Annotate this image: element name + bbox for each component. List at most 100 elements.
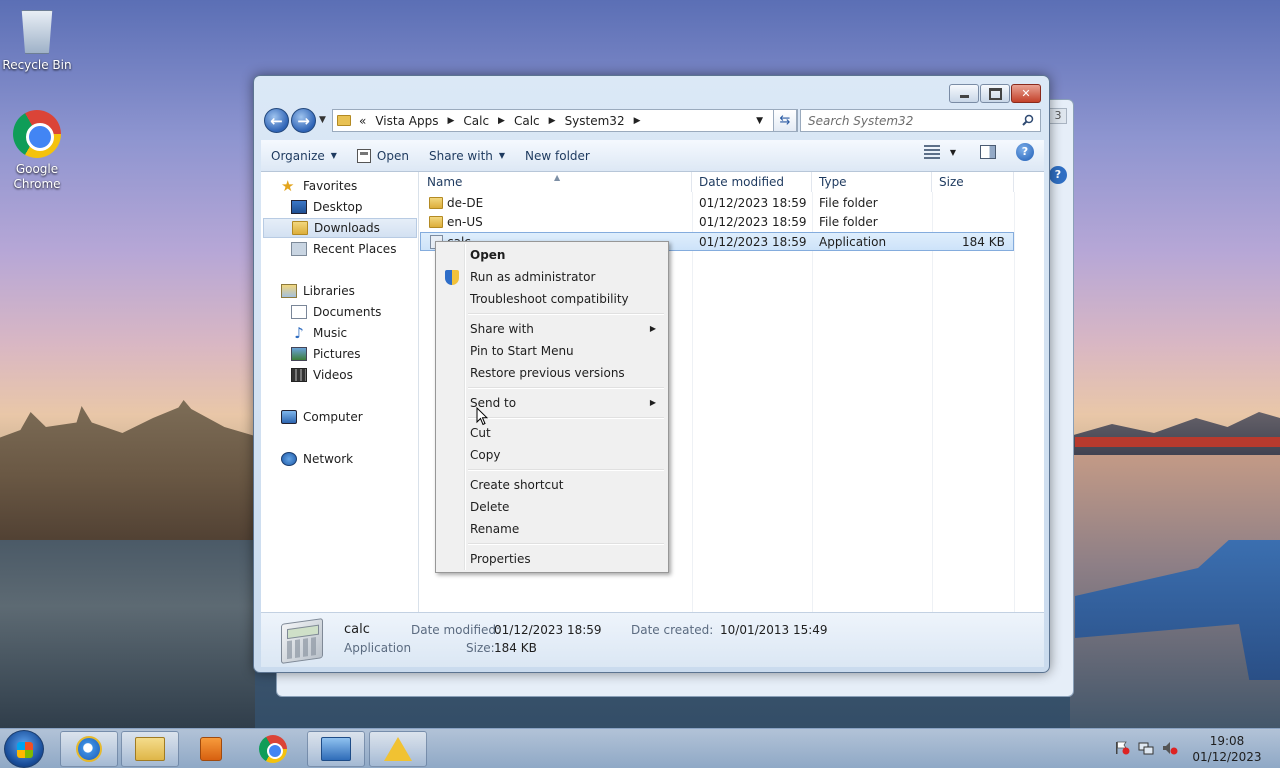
forward-button[interactable]: → [291, 108, 316, 133]
nav-label: Videos [313, 368, 353, 382]
chevron-right-icon[interactable]: ▶ [447, 116, 454, 126]
column-header-date-modified[interactable]: Date modified [692, 172, 812, 192]
calculator-icon [281, 618, 323, 664]
taskbar-media-player[interactable] [182, 731, 240, 767]
breadcrumb-calc[interactable]: Calc [463, 114, 489, 128]
volume-muted-icon[interactable] [1162, 741, 1178, 755]
open-button[interactable]: Open [347, 143, 419, 169]
menu-item-share-with[interactable]: Share with ▶ [438, 318, 666, 340]
folder-icon [135, 737, 165, 761]
new-folder-button[interactable]: New folder [515, 143, 600, 169]
music-icon: ♪ [294, 324, 304, 342]
file-date: 01/12/2023 18:59 [699, 235, 807, 249]
menu-item-run-as-administrator[interactable]: Run as administrator [438, 266, 666, 288]
details-date-created: 10/01/2013 15:49 [720, 623, 828, 637]
close-button[interactable]: ✕ [1011, 84, 1041, 103]
column-header-name[interactable]: ▲ Name [420, 172, 692, 192]
nav-item-network[interactable]: Network [281, 449, 353, 469]
menu-item-cut[interactable]: Cut [438, 422, 666, 444]
taskbar-control-panel[interactable] [307, 731, 365, 767]
clock-date: 01/12/2023 [1192, 750, 1262, 764]
chevron-right-icon[interactable]: ▶ [549, 116, 556, 126]
network-icon [281, 452, 297, 466]
file-name: en-US [447, 215, 483, 229]
details-size: 184 KB [494, 641, 537, 655]
menu-item-delete[interactable]: Delete [438, 496, 666, 518]
search-box[interactable] [800, 109, 1041, 132]
menu-item-troubleshoot-compatibility[interactable]: Troubleshoot compatibility [438, 288, 666, 310]
nav-item-libraries[interactable]: Libraries [281, 281, 355, 301]
maximize-button[interactable] [980, 84, 1010, 103]
organize-button[interactable]: Organize ▼ [261, 143, 347, 169]
change-view-icon[interactable] [923, 145, 940, 159]
chevron-right-icon[interactable]: ▶ [634, 116, 641, 126]
breadcrumb-vista-apps[interactable]: Vista Apps [375, 114, 438, 128]
taskbar-google-chrome[interactable] [244, 731, 302, 767]
action-center-flag-icon[interactable] [1114, 741, 1130, 755]
chevron-down-icon[interactable]: ▼ [950, 148, 956, 157]
address-bar[interactable]: « Vista Apps ▶ Calc ▶ Calc ▶ System32 ▶ … [332, 109, 798, 132]
share-with-button[interactable]: Share with ▼ [419, 143, 515, 169]
menu-item-open[interactable]: Open [438, 244, 666, 266]
preview-pane-icon[interactable] [980, 145, 996, 159]
menu-item-properties[interactable]: Properties [438, 548, 666, 570]
help-icon[interactable]: ? [1049, 166, 1067, 184]
recent-pages-dropdown[interactable]: ▼ [319, 115, 326, 125]
desktop-icon-label: Recycle Bin [2, 58, 72, 72]
start-button[interactable] [4, 730, 44, 768]
taskbar-warning-app[interactable] [369, 731, 427, 767]
menu-item-rename[interactable]: Rename [438, 518, 666, 540]
network-status-icon[interactable] [1138, 741, 1154, 755]
menu-item-copy[interactable]: Copy [438, 444, 666, 466]
videos-icon [291, 368, 307, 382]
nav-item-music[interactable]: ♪ Music [291, 323, 347, 343]
chrome-icon [259, 735, 287, 763]
folder-icon [429, 216, 443, 228]
taskbar: 19:08 01/12/2023 [0, 728, 1280, 768]
search-input[interactable] [808, 113, 1008, 128]
column-header-size[interactable]: Size [932, 172, 1014, 192]
desktop-icon [291, 200, 307, 214]
menu-item-create-shortcut[interactable]: Create shortcut [438, 474, 666, 496]
search-icon[interactable] [1022, 114, 1034, 126]
nav-item-computer[interactable]: Computer [281, 407, 363, 427]
nav-item-pictures[interactable]: Pictures [291, 344, 361, 364]
breadcrumb-system32[interactable]: System32 [565, 114, 625, 128]
details-label: Size: [466, 641, 495, 655]
nav-label: Documents [313, 305, 382, 319]
close-icon[interactable]: 3 [1049, 108, 1067, 124]
command-bar: Organize ▼ Open Share with ▼ New folder … [261, 140, 1044, 172]
menu-item-pin-to-start-menu[interactable]: Pin to Start Menu [438, 340, 666, 362]
back-button[interactable]: ← [264, 108, 289, 133]
sort-ascending-icon: ▲ [554, 173, 561, 182]
menu-item-restore-previous-versions[interactable]: Restore previous versions [438, 362, 666, 384]
refresh-button[interactable]: ⇆ [773, 109, 797, 132]
file-row-de-de[interactable]: de-DE 01/12/2023 18:59 File folder [420, 194, 1014, 213]
chevron-down-icon[interactable]: ▼ [756, 116, 763, 126]
folder-icon [337, 115, 351, 126]
nav-item-documents[interactable]: Documents [291, 302, 381, 322]
nav-item-recent-places[interactable]: Recent Places [291, 239, 396, 259]
nav-item-favorites[interactable]: ★ Favorites [281, 176, 357, 196]
file-date: 01/12/2023 18:59 [699, 215, 807, 229]
taskbar-windows-explorer[interactable] [121, 731, 179, 767]
minimize-button[interactable] [949, 84, 979, 103]
desktop-icon-recycle-bin[interactable]: Recycle Bin [0, 6, 74, 72]
chevron-right-icon[interactable]: ▶ [498, 116, 505, 126]
column-header-type[interactable]: Type [812, 172, 932, 192]
taskbar-internet-explorer[interactable] [60, 731, 118, 767]
desktop-icon-google-chrome[interactable]: Google Chrome [0, 110, 74, 192]
help-icon[interactable]: ? [1016, 143, 1034, 161]
desktop-icon-label: Google Chrome [13, 162, 61, 191]
nav-item-desktop[interactable]: Desktop [291, 197, 363, 217]
menu-item-send-to[interactable]: Send to ▶ [438, 392, 666, 414]
control-panel-icon [321, 737, 351, 761]
details-label: Date created: [631, 623, 714, 637]
nav-item-downloads[interactable]: Downloads [263, 218, 417, 238]
nav-item-videos[interactable]: Videos [291, 365, 353, 385]
nav-label: Libraries [303, 284, 355, 298]
file-row-en-us[interactable]: en-US 01/12/2023 18:59 File folder [420, 213, 1014, 232]
address-overflow[interactable]: « [359, 114, 366, 128]
breadcrumb-calc-2[interactable]: Calc [514, 114, 540, 128]
system-clock[interactable]: 19:08 01/12/2023 [1192, 733, 1262, 765]
